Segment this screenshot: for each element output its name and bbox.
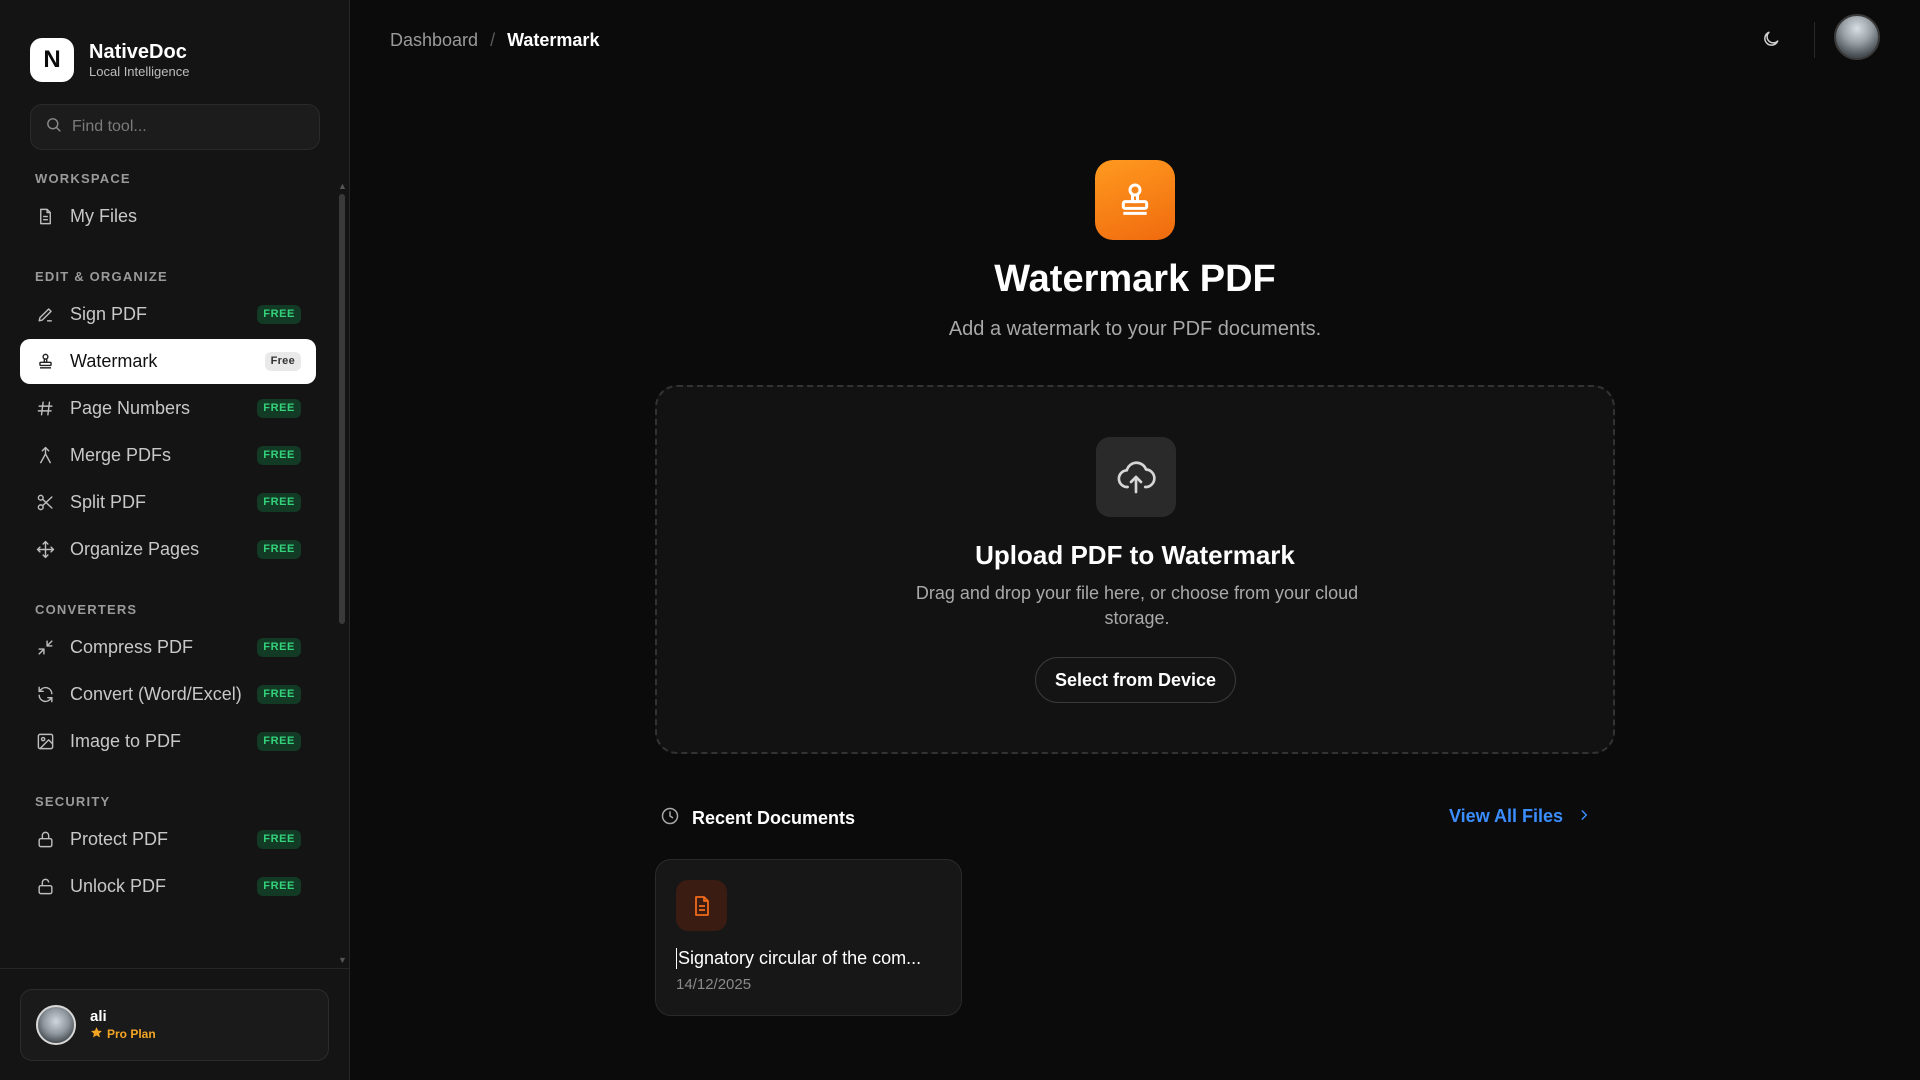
recent-document-card[interactable]: Signatory circular of the com... 14/12/2… (655, 859, 962, 1016)
page-title: Watermark PDF (994, 258, 1276, 300)
sidebar-footer: ali Pro Plan (0, 968, 350, 1080)
sidebar-item-label: My Files (70, 206, 137, 226)
star-icon (90, 1026, 103, 1043)
pen-icon (35, 305, 55, 325)
sidebar-item-label: Page Numbers (70, 398, 191, 418)
sidebar-item-organize-pages[interactable]: Organize Pages FREE (20, 527, 316, 572)
breadcrumb-dashboard[interactable]: Dashboard (390, 30, 478, 51)
brand-name: NativeDoc (89, 41, 187, 63)
sidebar-item-image-to-pdf[interactable]: Image to PDF FREE (20, 719, 316, 764)
search-input[interactable] (72, 118, 302, 136)
brand-subtitle: Local Intelligence (89, 64, 190, 79)
sidebar-item-protect-pdf[interactable]: Protect PDF FREE (20, 817, 316, 862)
breadcrumb-current: Watermark (507, 30, 600, 50)
merge-icon (35, 446, 55, 466)
sidebar-item-split-pdf[interactable]: Split PDF FREE (20, 480, 316, 525)
free-badge: FREE (257, 685, 301, 704)
minimize-icon (35, 638, 55, 658)
page-subtitle: Add a watermark to your PDF documents. (948, 318, 1322, 340)
section-title-workspace: WORKSPACE (35, 171, 131, 186)
breadcrumb-separator: / (490, 30, 496, 50)
free-badge: FREE (257, 732, 301, 751)
section-title-converters: CONVERTERS (35, 602, 138, 617)
sidebar-item-label: Organize Pages (70, 539, 200, 559)
header-avatar[interactable] (1834, 14, 1880, 60)
search-icon (45, 116, 62, 138)
stamp-icon (35, 352, 55, 372)
moon-icon (1761, 29, 1781, 54)
free-badge: FREE (257, 493, 301, 512)
recent-documents-title: Recent Documents (692, 808, 856, 828)
sidebar-item-unlock-pdf[interactable]: Unlock PDF FREE (20, 864, 316, 909)
view-all-files-link[interactable]: View All Files (1449, 806, 1591, 827)
recent-documents-header: Recent Documents (660, 806, 855, 831)
cloud-upload-icon (1096, 437, 1176, 517)
image-icon (35, 732, 55, 752)
free-badge: FREE (257, 830, 301, 849)
document-name: Signatory circular of the com... (676, 948, 951, 969)
scroll-up-arrow-icon[interactable]: ▲ (338, 182, 347, 191)
clock-icon (660, 806, 680, 831)
sidebar-item-my-files[interactable]: My Files (20, 194, 316, 239)
user-plan: Pro Plan (90, 1026, 156, 1043)
free-badge: FREE (257, 540, 301, 559)
hero-stamp-icon (1095, 160, 1175, 240)
sidebar: N NativeDoc Local Intelligence WORKSPACE… (0, 0, 350, 1080)
unlock-icon (35, 877, 55, 897)
scissors-icon (35, 493, 55, 513)
section-title-security: SECURITY (35, 794, 111, 809)
sidebar-item-label: Image to PDF (70, 731, 182, 751)
brand-logo: N (30, 38, 74, 82)
file-icon (35, 207, 55, 227)
sidebar-item-compress-pdf[interactable]: Compress PDF FREE (20, 625, 316, 670)
free-badge: FREE (257, 399, 301, 418)
move-icon (35, 540, 55, 560)
sidebar-item-label: Protect PDF (70, 829, 169, 849)
sidebar-item-convert[interactable]: Convert (Word/Excel) FREE (20, 672, 316, 717)
sidebar-item-label: Watermark (70, 351, 158, 371)
sidebar-item-merge-pdfs[interactable]: Merge PDFs FREE (20, 433, 316, 478)
user-card[interactable]: ali Pro Plan (20, 989, 329, 1061)
sidebar-item-label: Merge PDFs (70, 445, 172, 465)
sidebar-item-page-numbers[interactable]: Page Numbers FREE (20, 386, 316, 431)
header-divider (1814, 22, 1815, 58)
refresh-icon (35, 685, 55, 705)
upload-dropzone[interactable]: Upload PDF to Watermark Drag and drop yo… (655, 385, 1615, 754)
sidebar-item-label: Sign PDF (70, 304, 148, 324)
lock-icon (35, 830, 55, 850)
document-icon (676, 880, 727, 931)
view-all-label: View All Files (1449, 806, 1564, 826)
breadcrumb: Dashboard / Watermark (390, 30, 599, 51)
sidebar-item-watermark[interactable]: Watermark Free (20, 339, 316, 384)
sidebar-item-label: Convert (Word/Excel) (70, 684, 242, 704)
document-date: 14/12/2025 (676, 976, 752, 993)
upload-description: Drag and drop your file here, or choose … (915, 583, 1359, 628)
page-title-wrap: Watermark PDF (0, 258, 1920, 301)
select-from-device-button[interactable]: Select from Device (1035, 657, 1236, 703)
chevron-right-icon (1577, 806, 1591, 827)
scroll-down-arrow-icon[interactable]: ▼ (338, 956, 347, 965)
tool-search[interactable] (30, 104, 320, 150)
free-badge: FREE (257, 446, 301, 465)
sidebar-item-label: Compress PDF (70, 637, 194, 657)
brand[interactable]: N NativeDoc Local Intelligence (30, 38, 189, 82)
upload-title: Upload PDF to Watermark (975, 540, 1295, 570)
theme-toggle-button[interactable] (1756, 26, 1786, 56)
free-badge: Free (264, 352, 301, 371)
free-badge: FREE (257, 305, 301, 324)
avatar (36, 1005, 76, 1045)
free-badge: FREE (257, 638, 301, 657)
user-name: ali (90, 1007, 107, 1025)
hash-icon (35, 399, 55, 419)
plan-label: Pro Plan (107, 1027, 156, 1041)
sidebar-item-label: Unlock PDF (70, 876, 167, 896)
sidebar-item-label: Split PDF (70, 492, 147, 512)
free-badge: FREE (257, 877, 301, 896)
